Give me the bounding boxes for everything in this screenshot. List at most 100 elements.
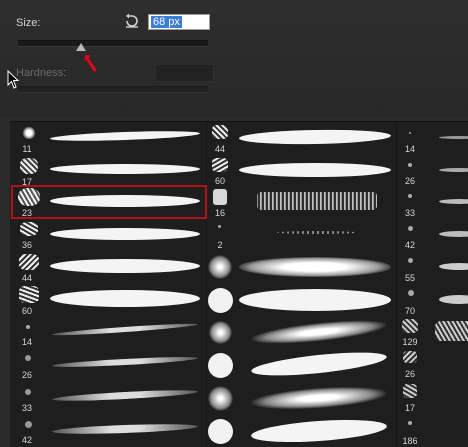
- brush-preset[interactable]: [207, 251, 396, 284]
- brush-size-label: 14: [21, 337, 32, 347]
- brush-preset[interactable]: 70: [397, 284, 468, 317]
- brush-tip-icon: [408, 163, 412, 167]
- brush-preset[interactable]: 42: [10, 415, 206, 447]
- brush-options-panel: Size: 68 px Hardness:: [0, 0, 468, 118]
- brush-stroke-preview: [250, 383, 388, 413]
- brush-stroke-preview: [52, 321, 198, 338]
- brush-tip-icon: [209, 321, 232, 344]
- brush-preset[interactable]: 17: [397, 382, 468, 415]
- brush-tip-icon: [19, 254, 39, 270]
- brush-preset[interactable]: [207, 347, 396, 382]
- brush-preset[interactable]: 26: [397, 349, 468, 382]
- brush-preset[interactable]: 44: [207, 122, 396, 155]
- brush-preset[interactable]: 36: [10, 219, 206, 251]
- brush-preset[interactable]: 14: [10, 317, 206, 349]
- brush-tip-icon: [212, 158, 228, 172]
- size-slider-thumb[interactable]: [75, 43, 86, 51]
- brush-tip-icon: [208, 386, 233, 411]
- brush-stroke-preview: [239, 289, 391, 311]
- brush-size-label: 42: [21, 435, 32, 445]
- brush-stroke-preview: [439, 136, 468, 139]
- brush-stroke-preview: [239, 163, 391, 177]
- brush-size-label: 60: [214, 176, 225, 186]
- brush-preset[interactable]: 33: [10, 382, 206, 415]
- selected-brush-highlight: [11, 185, 207, 219]
- brush-stroke-preview: [250, 416, 388, 446]
- brush-stroke-preview: [277, 231, 357, 234]
- brush-preset[interactable]: 14: [397, 122, 468, 155]
- brush-tip-icon: [25, 421, 32, 428]
- brush-tip-icon: [403, 351, 417, 363]
- hardness-slider-track[interactable]: [18, 86, 208, 93]
- brush-tip-icon: [208, 288, 233, 313]
- brush-preset[interactable]: 17: [10, 155, 206, 187]
- brush-tip-icon: [20, 158, 38, 174]
- brush-tip-icon: [25, 389, 31, 395]
- brush-preset[interactable]: [207, 284, 396, 317]
- brush-preset[interactable]: 129: [397, 317, 468, 349]
- brush-tip-icon: [409, 132, 411, 134]
- brush-preset[interactable]: 42: [397, 219, 468, 251]
- brush-preset[interactable]: 11: [10, 122, 206, 155]
- brush-stroke-preview: [439, 263, 468, 270]
- brush-size-label: 129: [402, 337, 418, 347]
- brush-tip-icon: [26, 325, 30, 329]
- size-input[interactable]: 68 px: [148, 14, 210, 30]
- brush-preset[interactable]: 55: [397, 251, 468, 284]
- brush-preset[interactable]: 33: [397, 187, 468, 219]
- size-label: Size:: [16, 17, 41, 29]
- brush-tip-icon: [403, 384, 417, 398]
- brush-stroke-preview: [250, 347, 388, 381]
- brush-preset[interactable]: 186: [397, 415, 468, 447]
- brush-stroke-preview: [50, 164, 200, 174]
- brush-tip-icon: [25, 355, 31, 361]
- brush-stroke-preview: [50, 259, 200, 273]
- brush-stroke-preview: [257, 192, 377, 210]
- red-arrow-annotation-icon: [83, 54, 98, 73]
- brush-stroke-preview: [238, 128, 392, 146]
- brush-tip-icon: [20, 222, 38, 236]
- brush-preset[interactable]: [207, 382, 396, 415]
- brush-size-label: 26: [404, 176, 415, 186]
- brush-preset[interactable]: 26: [397, 155, 468, 187]
- brush-tip-icon: [208, 255, 232, 279]
- brush-preset[interactable]: 2: [207, 219, 396, 251]
- brush-preset[interactable]: [207, 415, 396, 447]
- brush-size-label: 44: [21, 273, 32, 283]
- brush-size-label: 26: [404, 369, 415, 379]
- brush-stroke-preview: [51, 355, 199, 369]
- brush-tip-icon: [408, 226, 413, 231]
- brush-size-label: 2: [217, 240, 223, 250]
- brush-tip-icon: [408, 194, 412, 198]
- brush-tip-icon: [408, 258, 413, 263]
- reset-icon[interactable]: [123, 12, 141, 30]
- brush-preset[interactable]: 44: [10, 251, 206, 283]
- brush-size-label: 60: [21, 306, 32, 316]
- brush-tip-icon: [208, 419, 233, 444]
- brush-tip-icon: [408, 290, 414, 296]
- brush-preset[interactable]: 60: [10, 283, 206, 317]
- brush-preset[interactable]: 60: [207, 155, 396, 187]
- brush-size-label: 17: [404, 403, 415, 413]
- brush-tip-icon: [22, 127, 36, 139]
- brush-size-label: 16: [214, 208, 225, 218]
- brush-stroke-preview: [439, 231, 468, 237]
- brush-stroke-preview: [51, 388, 199, 403]
- brush-stroke-preview: [439, 199, 468, 204]
- brush-size-label: 33: [21, 403, 32, 413]
- brush-size-label: 36: [21, 240, 32, 250]
- brush-preset[interactable]: 26: [10, 349, 206, 382]
- brush-stroke-preview: [49, 129, 201, 143]
- brush-tip-icon: [212, 125, 228, 139]
- brush-preset[interactable]: 16: [207, 187, 396, 219]
- brush-size-label: 70: [404, 306, 415, 316]
- brush-stroke-preview: [250, 315, 388, 349]
- brush-preset[interactable]: [207, 315, 396, 349]
- brush-stroke-preview: [50, 290, 200, 307]
- brush-tip-icon: [213, 189, 227, 205]
- hardness-label: Hardness:: [16, 67, 67, 79]
- brush-size-label: 14: [404, 144, 415, 154]
- size-slider-track[interactable]: [18, 40, 208, 47]
- brush-presets-grid: 11 17 23 36 44 60 14 26 33 42 44 60 16 2…: [10, 121, 468, 447]
- hardness-input[interactable]: [155, 64, 214, 82]
